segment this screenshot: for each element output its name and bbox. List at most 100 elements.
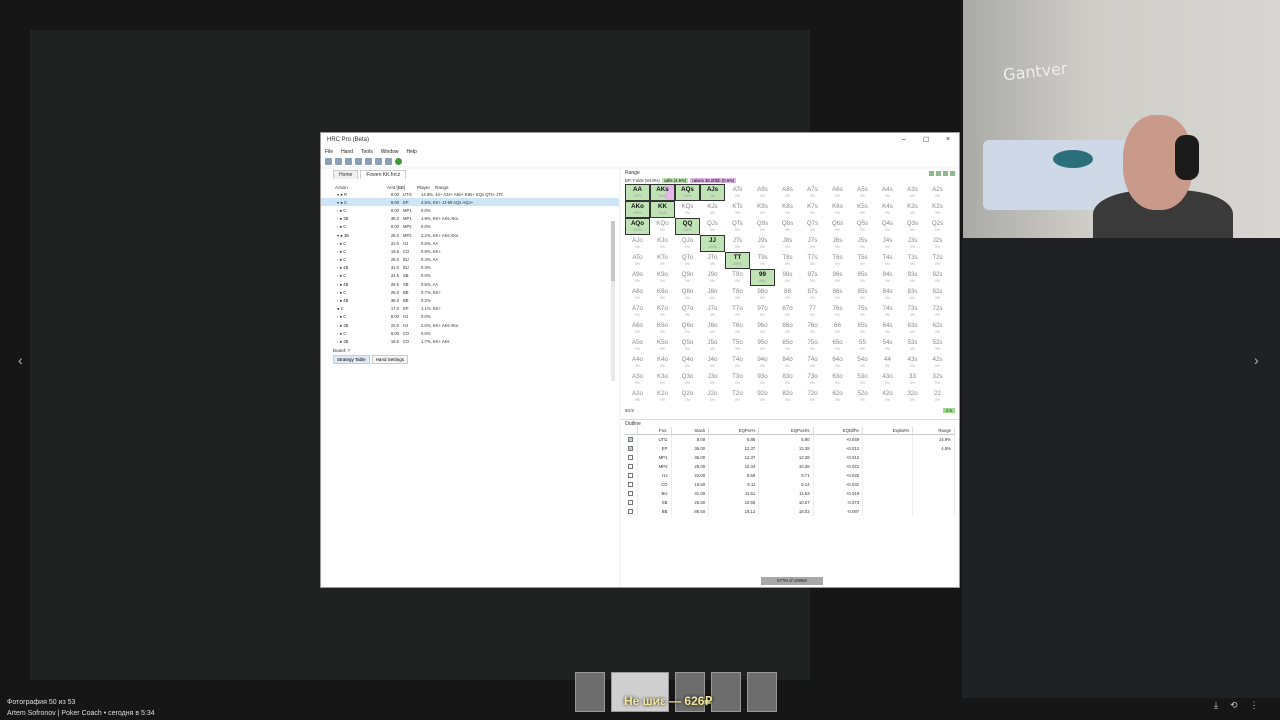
hand-cell-32s[interactable]: 32s 0% (925, 371, 950, 388)
hand-cell-t8o[interactable]: T8o 0% (725, 286, 750, 303)
tree-row[interactable]: › ● 3B 22.0 HJ 2.0%, KK+ AKs AKo (321, 321, 619, 329)
hand-cell-q7s[interactable]: Q7s 0% (800, 218, 825, 235)
hand-cell-qts[interactable]: QTs 0% (725, 218, 750, 235)
hand-cell-aqs[interactable]: AQs 100% (675, 184, 700, 201)
player-checkbox[interactable] (628, 463, 633, 469)
tree-row[interactable]: › ● C 25.0 BB 0.7%, KK+ (321, 288, 619, 296)
hand-cell-95o[interactable]: 95o 0% (750, 337, 775, 354)
hand-cell-a7o[interactable]: A7o 0% (625, 303, 650, 320)
hand-cell-t5s[interactable]: T5s 0% (850, 252, 875, 269)
hand-cell-63s[interactable]: 63s 0% (900, 320, 925, 337)
hand-cell-jto[interactable]: JTo 0% (700, 252, 725, 269)
hand-cell-66[interactable]: 66 0% (825, 320, 850, 337)
table-icon[interactable] (385, 157, 392, 165)
hand-cell-ako[interactable]: AKo 100% (625, 201, 650, 218)
hand-cell-53s[interactable]: 53s 0% (900, 337, 925, 354)
hand-cell-74s[interactable]: 74s 0% (875, 303, 900, 320)
tree-row[interactable]: › ● 3B 19.5 CO 1.7%, KK+ AKs (321, 337, 619, 345)
hand-cell-qjs[interactable]: QJs 0% (700, 218, 725, 235)
hand-cell-k7s[interactable]: K7s 0% (800, 201, 825, 218)
hand-cell-aks[interactable]: AKs 100% (650, 184, 675, 201)
hand-cell-t6o[interactable]: T6o 0% (725, 320, 750, 337)
hand-cell-76o[interactable]: 76o 0% (800, 320, 825, 337)
hand-cell-a4s[interactable]: A4s 0% (875, 184, 900, 201)
hand-cell-92s[interactable]: 92s 0% (925, 269, 950, 286)
hand-cell-a8s[interactable]: A8s 0% (775, 184, 800, 201)
color-icon[interactable] (936, 170, 941, 176)
hand-cell-74o[interactable]: 74o 0% (800, 354, 825, 371)
minimize-button[interactable]: – (893, 136, 915, 144)
hand-cell-j6o[interactable]: J6o 0% (700, 320, 725, 337)
hand-cell-99[interactable]: 99 80% (750, 269, 775, 286)
hand-cell-q5s[interactable]: Q5s 0% (850, 218, 875, 235)
menu-help[interactable]: Help (407, 149, 417, 155)
more-icon[interactable]: ⋮ (1250, 700, 1259, 711)
hand-cell-q7o[interactable]: Q7o 0% (675, 303, 700, 320)
tree-row[interactable]: › ● C 8.00 MP1 0.0% (321, 206, 619, 214)
hand-cell-a5o[interactable]: A5o 0% (625, 337, 650, 354)
hand-cell-52s[interactable]: 52s 0% (925, 337, 950, 354)
hand-cell-j9s[interactable]: J9s 0% (750, 235, 775, 252)
download-icon[interactable]: ⤓ (1214, 700, 1218, 711)
hand-cell-k6o[interactable]: K6o 0% (650, 320, 675, 337)
hand-cell-77[interactable]: 77 0% (800, 303, 825, 320)
hand-cell-aa[interactable]: AA 100% (625, 184, 650, 201)
hand-cell-j8s[interactable]: J8s 0% (775, 235, 800, 252)
hand-cell-j4o[interactable]: J4o 0% (700, 354, 725, 371)
hand-cell-kto[interactable]: KTo 0% (650, 252, 675, 269)
hand-cell-t6s[interactable]: T6s 0% (825, 252, 850, 269)
menu-window[interactable]: Window (381, 149, 399, 155)
hand-cell-22[interactable]: 22 0% (925, 388, 950, 405)
hand-cell-k9s[interactable]: K9s 0% (750, 201, 775, 218)
tree-row[interactable]: ▾ ● C 8.00 EP 4.5%, KK+ JJ-99 AQs AQo+ (321, 198, 619, 207)
hand-cell-kk[interactable]: KK 100% (650, 201, 675, 218)
hand-cell-t9o[interactable]: T9o 0% (725, 269, 750, 286)
hand-cell-96o[interactable]: 96o 0% (750, 320, 775, 337)
hand-cell-t2s[interactable]: T2s 0% (925, 252, 950, 269)
hand-cell-q6o[interactable]: Q6o 0% (675, 320, 700, 337)
hand-cell-q8o[interactable]: Q8o 0% (675, 286, 700, 303)
hand-cell-t7o[interactable]: T7o 0% (725, 303, 750, 320)
hand-cell-a7s[interactable]: A7s 0% (800, 184, 825, 201)
hand-cell-98s[interactable]: 98s 0% (775, 269, 800, 286)
menu-hand[interactable]: Hand (341, 149, 353, 155)
hand-cell-q2o[interactable]: Q2o 0% (675, 388, 700, 405)
menu-file[interactable]: File (325, 149, 333, 155)
hand-cell-j2s[interactable]: J2s 0% (925, 235, 950, 252)
hand-cell-t4o[interactable]: T4o 0% (725, 354, 750, 371)
player-checkbox[interactable] (628, 481, 633, 487)
hand-cell-88[interactable]: 88 0% (775, 286, 800, 303)
hand-cell-j6s[interactable]: J6s 0% (825, 235, 850, 252)
hand-cell-j5s[interactable]: J5s 0% (850, 235, 875, 252)
tree-row[interactable]: › ● C 8.00 MP2 0.0% (321, 223, 619, 231)
hand-cell-83s[interactable]: 83s 0% (900, 286, 925, 303)
hand-cell-75o[interactable]: 75o 0% (800, 337, 825, 354)
hand-cell-85o[interactable]: 85o 0% (775, 337, 800, 354)
hand-cell-aqo[interactable]: AQo 100% (625, 218, 650, 235)
hand-cell-t9s[interactable]: T9s 0% (750, 252, 775, 269)
maximize-button[interactable]: ☐ (915, 136, 937, 144)
tree-row[interactable]: › ● 3B 36.0 MP1 1.9%, KK+ AKs AKo (321, 215, 619, 223)
hand-cell-97o[interactable]: 97o 0% (750, 303, 775, 320)
tree-scrollbar[interactable] (611, 221, 615, 381)
hand-cell-a6o[interactable]: A6o 0% (625, 320, 650, 337)
hand-cell-tt[interactable]: TT 100% (725, 252, 750, 269)
hand-cell-53o[interactable]: 53o 0% (850, 371, 875, 388)
thumbnail[interactable] (575, 672, 605, 712)
hand-cell-86s[interactable]: 86s 0% (825, 286, 850, 303)
hand-cell-j4s[interactable]: J4s 0% (875, 235, 900, 252)
hand-cell-97s[interactable]: 97s 0% (800, 269, 825, 286)
hand-cell-j9o[interactable]: J9o 0% (700, 269, 725, 286)
tree-row[interactable]: › ● C 24.5 SB 0.0% (321, 272, 619, 280)
hand-cell-ajo[interactable]: AJo 0% (625, 235, 650, 252)
hand-cell-64o[interactable]: 64o 0% (825, 354, 850, 371)
hand-cell-92o[interactable]: 92o 0% (750, 388, 775, 405)
menu-tools[interactable]: Tools (361, 149, 373, 155)
hand-cell-a4o[interactable]: A4o 0% (625, 354, 650, 371)
hand-cell-93o[interactable]: 93o 0% (750, 371, 775, 388)
hand-cell-k5o[interactable]: K5o 0% (650, 337, 675, 354)
hand-cell-q2s[interactable]: Q2s 0% (925, 218, 950, 235)
hand-cell-76s[interactable]: 76s 0% (825, 303, 850, 320)
view-icon[interactable] (929, 170, 934, 176)
thumbnail[interactable] (747, 672, 777, 712)
